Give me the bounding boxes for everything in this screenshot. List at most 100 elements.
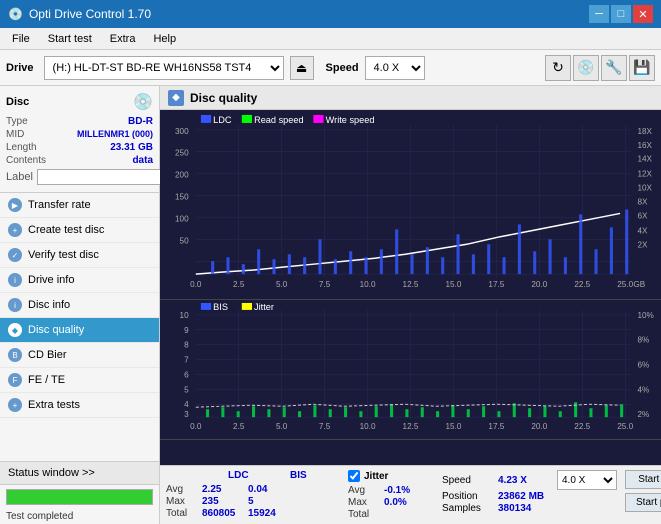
svg-text:17.5: 17.5	[488, 280, 504, 289]
speed-stats: Speed 4.23 X 4.0 X Position 23862 MB Sam…	[442, 470, 617, 514]
nav-items: ▶ Transfer rate + Create test disc ✓ Ver…	[0, 193, 159, 461]
stats-footer: LDC BIS Avg 2.25 0.04 Max 235 5 Total 86…	[160, 465, 661, 524]
nav-item-extra-tests[interactable]: + Extra tests	[0, 393, 159, 418]
disc-label-input[interactable]	[37, 169, 175, 185]
svg-text:4X: 4X	[637, 226, 648, 235]
status-window-label: Status window >>	[8, 467, 95, 479]
svg-text:20.0: 20.0	[531, 422, 547, 431]
fe-te-icon: F	[8, 373, 22, 387]
close-button[interactable]: ✕	[633, 5, 653, 23]
maximize-button[interactable]: □	[611, 5, 631, 23]
status-window-button[interactable]: Status window >>	[0, 462, 159, 485]
avg-bis: 0.04	[248, 484, 290, 495]
eject-button[interactable]: ⏏	[290, 56, 314, 80]
svg-text:14X: 14X	[637, 155, 652, 164]
sidebar: Disc 💿 Type BD-R MID MILLENMR1 (000) Len…	[0, 86, 160, 524]
samples-row: Samples 380134	[442, 503, 617, 514]
svg-text:8X: 8X	[637, 198, 648, 207]
jitter-checkbox[interactable]	[348, 470, 360, 482]
nav-item-cd-bier[interactable]: B CD Bier	[0, 343, 159, 368]
top-chart-container: LDC Read speed Write speed 300 250 200 1…	[160, 110, 661, 300]
svg-text:12.5: 12.5	[403, 280, 419, 289]
start-part-button[interactable]: Start part	[625, 493, 661, 512]
nav-item-disc-quality[interactable]: ◆ Disc quality	[0, 318, 159, 343]
nav-item-fe-te[interactable]: F FE / TE	[0, 368, 159, 393]
svg-text:8: 8	[184, 341, 189, 350]
menu-help[interactable]: Help	[145, 31, 184, 47]
nav-item-disc-info[interactable]: i Disc info	[0, 293, 159, 318]
svg-text:LDC: LDC	[213, 115, 232, 125]
refresh-button[interactable]: ↻	[545, 55, 571, 81]
svg-text:Write speed: Write speed	[326, 115, 375, 125]
start-full-button[interactable]: Start full	[625, 470, 661, 489]
menu-start-test[interactable]: Start test	[40, 31, 100, 47]
svg-text:GB: GB	[633, 280, 645, 289]
avg-ldc: 2.25	[202, 484, 244, 495]
nav-item-label: Transfer rate	[28, 199, 91, 211]
svg-text:2%: 2%	[637, 410, 649, 419]
ldc-col-header: LDC	[228, 470, 270, 481]
svg-text:10.0: 10.0	[360, 280, 376, 289]
menu-extra[interactable]: Extra	[102, 31, 144, 47]
minimize-button[interactable]: ─	[589, 5, 609, 23]
jitter-total-label: Total	[348, 509, 380, 520]
speed-row: Speed 4.23 X 4.0 X	[442, 470, 617, 490]
nav-item-create-test-disc[interactable]: + Create test disc	[0, 218, 159, 243]
nav-item-label: Drive info	[28, 274, 74, 286]
svg-text:25.0: 25.0	[617, 422, 633, 431]
svg-text:2.5: 2.5	[233, 422, 245, 431]
disc-type-key: Type	[6, 116, 28, 127]
ldc-header	[166, 470, 208, 481]
nav-item-label: Create test disc	[28, 224, 104, 236]
svg-text:25.0: 25.0	[617, 280, 633, 289]
max-bis: 5	[248, 496, 290, 507]
nav-item-transfer-rate[interactable]: ▶ Transfer rate	[0, 193, 159, 218]
position-row: Position 23862 MB	[442, 491, 617, 502]
jitter-avg-row: Avg -0.1%	[348, 485, 426, 496]
quality-title: Disc quality	[190, 91, 257, 105]
nav-item-drive-info[interactable]: i Drive info	[0, 268, 159, 293]
speed-select-footer[interactable]: 4.0 X	[557, 470, 617, 490]
menu-file[interactable]: File	[4, 31, 38, 47]
drive-info-icon: i	[8, 273, 22, 287]
nav-item-label: Extra tests	[28, 399, 80, 411]
main-content: Disc 💿 Type BD-R MID MILLENMR1 (000) Len…	[0, 86, 661, 524]
disc-button[interactable]: 💿	[573, 55, 599, 81]
disc-length-val: 23.31 GB	[110, 142, 153, 153]
disc-type-row: Type BD-R	[6, 116, 153, 127]
drive-toolbar: Drive (H:) HL-DT-ST BD-RE WH16NS58 TST4 …	[0, 50, 661, 86]
nav-item-label: Verify test disc	[28, 249, 99, 261]
title-bar: 💿 Opti Drive Control 1.70 ─ □ ✕	[0, 0, 661, 28]
svg-text:10X: 10X	[637, 184, 652, 193]
svg-text:Read speed: Read speed	[254, 115, 304, 125]
svg-text:9: 9	[184, 326, 189, 335]
svg-text:6%: 6%	[637, 361, 649, 370]
svg-text:2.5: 2.5	[233, 280, 245, 289]
disc-info-icon: i	[8, 298, 22, 312]
verify-test-disc-icon: ✓	[8, 248, 22, 262]
nav-item-verify-test-disc[interactable]: ✓ Verify test disc	[0, 243, 159, 268]
svg-text:4: 4	[184, 400, 189, 409]
right-panel: ◆ Disc quality	[160, 86, 661, 524]
create-test-disc-icon: +	[8, 223, 22, 237]
disc-label-row: Label ✏	[6, 168, 153, 186]
svg-text:5.0: 5.0	[276, 422, 288, 431]
quality-header: ◆ Disc quality	[160, 86, 661, 110]
disc-type-val: BD-R	[128, 116, 153, 127]
save-button[interactable]: 💾	[629, 55, 655, 81]
settings-button[interactable]: 🔧	[601, 55, 627, 81]
svg-text:10%: 10%	[637, 311, 653, 320]
jitter-max-label: Max	[348, 497, 380, 508]
disc-mid-val: MILLENMR1 (000)	[77, 129, 153, 140]
speed-select[interactable]: 4.0 X	[365, 56, 425, 80]
total-row: Total 860805 15924	[166, 508, 332, 519]
drive-label: Drive	[6, 62, 34, 74]
avg-row: Avg 2.25 0.04	[166, 484, 332, 495]
nav-item-label: FE / TE	[28, 374, 65, 386]
svg-text:250: 250	[175, 149, 189, 158]
drive-select[interactable]: (H:) HL-DT-ST BD-RE WH16NS58 TST4	[44, 56, 284, 80]
app-icon: 💿	[8, 7, 23, 21]
max-ldc: 235	[202, 496, 244, 507]
svg-text:22.5: 22.5	[574, 280, 590, 289]
svg-text:Jitter: Jitter	[254, 302, 274, 312]
